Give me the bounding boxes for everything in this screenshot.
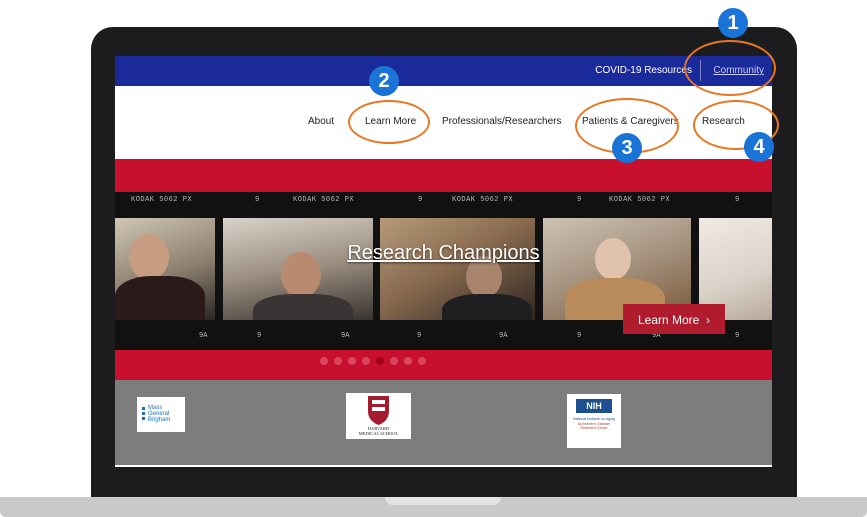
harvard-medical-school-logo[interactable]: HARVARD MEDICAL SCHOOL bbox=[346, 393, 411, 439]
nih-logo[interactable]: NIH National Institute on Aging Alzheime… bbox=[567, 394, 621, 448]
nav-professionals-researchers[interactable]: Professionals/Researchers bbox=[442, 116, 562, 127]
nih-line: National Institute on Aging bbox=[573, 417, 615, 421]
film-edge-text: KODAK 5062 PX bbox=[293, 196, 355, 204]
carousel-dot[interactable] bbox=[404, 357, 412, 365]
nih-mark: NIH bbox=[576, 399, 612, 413]
carousel-dot[interactable] bbox=[334, 357, 342, 365]
film-edge-text: 9 bbox=[418, 196, 423, 204]
annotation-badge-4: 4 bbox=[744, 132, 774, 162]
carousel-dot[interactable] bbox=[348, 357, 356, 365]
annotation-circle-1 bbox=[684, 40, 776, 96]
photo-frame-3 bbox=[380, 218, 535, 320]
covid-resources-link[interactable]: COVID-19 Resources bbox=[595, 65, 692, 76]
partner-logos-band: Mass General Brigham HARVARD MEDICAL SCH… bbox=[115, 380, 772, 465]
film-frame-mark: 9A bbox=[499, 332, 508, 340]
laptop-notch bbox=[385, 497, 501, 505]
utility-bar: COVID-19 Resources Community bbox=[115, 56, 772, 86]
mgb-line: Brigham bbox=[148, 417, 171, 423]
annotation-circle-2 bbox=[348, 100, 430, 144]
film-frame-mark: 9 bbox=[577, 332, 582, 340]
hero-top-band bbox=[115, 159, 772, 192]
annotation-badge-1: 1 bbox=[718, 8, 748, 38]
film-edge-text: KODAK 5062 PX bbox=[609, 196, 671, 204]
person-body bbox=[253, 294, 353, 320]
annotation-badge-2: 2 bbox=[369, 66, 399, 96]
photo-frame-2 bbox=[223, 218, 373, 320]
mgb-wordmark: Mass General Brigham bbox=[148, 405, 170, 423]
annotation-badge-3: 3 bbox=[612, 133, 642, 163]
film-frame-mark: 9 bbox=[735, 332, 740, 340]
person-body bbox=[442, 294, 532, 320]
film-edge-text: KODAK 5062 PX bbox=[131, 196, 193, 204]
carousel-dot[interactable] bbox=[418, 357, 426, 365]
person-body bbox=[115, 276, 205, 320]
learn-more-label: Learn More bbox=[637, 313, 700, 327]
carousel-dots bbox=[320, 357, 426, 365]
photo-frame-1 bbox=[115, 218, 215, 320]
film-edge-text: 9 bbox=[735, 196, 740, 204]
nav-about[interactable]: About bbox=[308, 116, 334, 127]
film-frame-mark: 9 bbox=[257, 332, 262, 340]
chevron-right-icon: › bbox=[702, 313, 711, 327]
carousel-dot[interactable] bbox=[390, 357, 398, 365]
carousel-dot[interactable] bbox=[362, 357, 370, 365]
film-frame-mark: 9 bbox=[417, 332, 422, 340]
hero-bottom-band bbox=[115, 350, 772, 380]
carousel-dot[interactable] bbox=[376, 357, 384, 365]
nih-line: Research Center bbox=[580, 426, 608, 430]
hms-wordmark: HARVARD MEDICAL SCHOOL bbox=[346, 426, 411, 436]
mass-general-brigham-logo[interactable]: Mass General Brigham bbox=[137, 397, 185, 432]
nih-wordmark: National Institute on Aging Alzheimer's … bbox=[567, 417, 621, 431]
carousel-dot[interactable] bbox=[320, 357, 328, 365]
film-edge-text: 9 bbox=[255, 196, 260, 204]
film-frame-mark: 9A bbox=[199, 332, 208, 340]
hms-line: MEDICAL SCHOOL bbox=[358, 431, 399, 436]
film-edge-text: 9 bbox=[577, 196, 582, 204]
hero-title[interactable]: Research Champions bbox=[115, 242, 772, 265]
film-frame-mark: 9A bbox=[341, 332, 350, 340]
film-edge-text: KODAK 5062 PX bbox=[452, 196, 514, 204]
learn-more-button[interactable]: Learn More › bbox=[623, 304, 725, 334]
